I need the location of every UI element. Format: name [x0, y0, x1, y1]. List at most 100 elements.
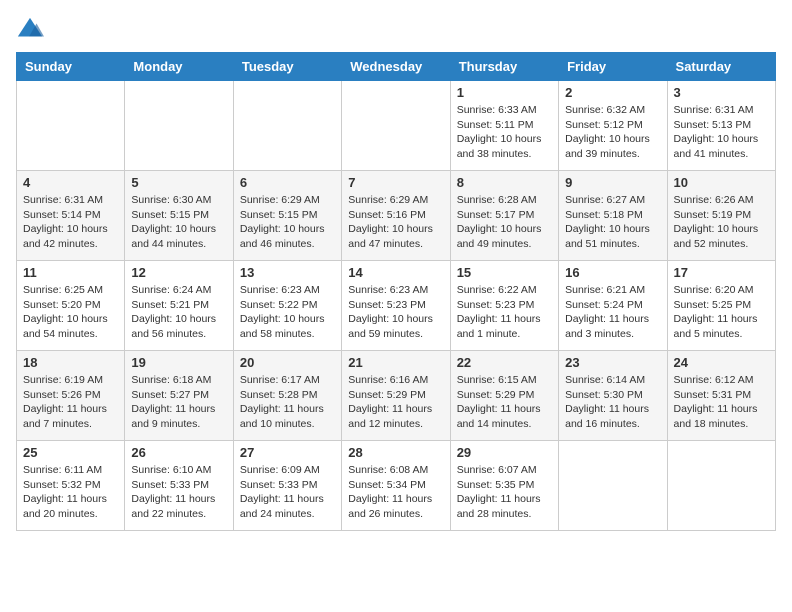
calendar-cell: [342, 81, 450, 171]
day-number: 21: [348, 355, 443, 370]
calendar-cell: 12 Sunrise: 6:24 AM Sunset: 5:21 PM Dayli…: [125, 261, 233, 351]
calendar-week-4: 25 Sunrise: 6:11 AM Sunset: 5:32 PM Dayli…: [17, 441, 776, 531]
day-number: 8: [457, 175, 552, 190]
day-detail: Sunrise: 6:12 AM Sunset: 5:31 PM Dayligh…: [674, 373, 769, 432]
calendar-cell: [559, 441, 667, 531]
calendar-cell: [17, 81, 125, 171]
calendar-cell: 22Sunrise: 6:15 AM Sunset: 5:29 PM Dayli…: [450, 351, 558, 441]
day-number: 23: [565, 355, 660, 370]
day-number: 27: [240, 445, 335, 460]
day-detail: Sunrise: 6:27 AM Sunset: 5:18 PM Dayligh…: [565, 193, 660, 252]
day-number: 5: [131, 175, 226, 190]
day-detail: Sunrise: 6:23 AM Sunset: 5:22 PM Dayligh…: [240, 283, 335, 342]
logo-icon: [16, 16, 44, 44]
calendar-cell: 26 Sunrise: 6:10 AM Sunset: 5:33 PM Dayli…: [125, 441, 233, 531]
day-number: 6: [240, 175, 335, 190]
day-detail: Sunrise: 6:33 AM Sunset: 5:11 PM Dayligh…: [457, 103, 552, 162]
day-number: 29: [457, 445, 552, 460]
day-header-sunday: Sunday: [17, 53, 125, 81]
calendar-table: SundayMondayTuesdayWednesdayThursdayFrid…: [16, 52, 776, 531]
day-number: 26: [131, 445, 226, 460]
day-number: 18: [23, 355, 118, 370]
day-detail: Sunrise: 6:10 AM Sunset: 5:33 PM Dayligh…: [131, 463, 226, 522]
calendar-cell: 13 Sunrise: 6:23 AM Sunset: 5:22 PM Dayli…: [233, 261, 341, 351]
calendar-cell: [233, 81, 341, 171]
calendar-cell: 6 Sunrise: 6:29 AM Sunset: 5:15 PM Daylig…: [233, 171, 341, 261]
day-number: 17: [674, 265, 769, 280]
day-detail: Sunrise: 6:18 AM Sunset: 5:27 PM Dayligh…: [131, 373, 226, 432]
calendar-cell: [667, 441, 775, 531]
calendar-cell: 2 Sunrise: 6:32 AM Sunset: 5:12 PM Daylig…: [559, 81, 667, 171]
calendar-cell: 18 Sunrise: 6:19 AM Sunset: 5:26 PM Dayli…: [17, 351, 125, 441]
day-detail: Sunrise: 6:30 AM Sunset: 5:15 PM Dayligh…: [131, 193, 226, 252]
day-detail: Sunrise: 6:19 AM Sunset: 5:26 PM Dayligh…: [23, 373, 118, 432]
day-number: 15: [457, 265, 552, 280]
day-number: 25: [23, 445, 118, 460]
day-header-saturday: Saturday: [667, 53, 775, 81]
day-number: 3: [674, 85, 769, 100]
calendar-cell: 4 Sunrise: 6:31 AM Sunset: 5:14 PM Daylig…: [17, 171, 125, 261]
calendar-cell: 10Sunrise: 6:26 AM Sunset: 5:19 PM Dayli…: [667, 171, 775, 261]
day-detail: Sunrise: 6:09 AM Sunset: 5:33 PM Dayligh…: [240, 463, 335, 522]
day-detail: Sunrise: 6:17 AM Sunset: 5:28 PM Dayligh…: [240, 373, 335, 432]
day-header-friday: Friday: [559, 53, 667, 81]
calendar-cell: 8 Sunrise: 6:28 AM Sunset: 5:17 PM Daylig…: [450, 171, 558, 261]
day-detail: Sunrise: 6:14 AM Sunset: 5:30 PM Dayligh…: [565, 373, 660, 432]
calendar-cell: 16 Sunrise: 6:21 AM Sunset: 5:24 PM Dayli…: [559, 261, 667, 351]
calendar-cell: 19 Sunrise: 6:18 AM Sunset: 5:27 PM Dayli…: [125, 351, 233, 441]
calendar-cell: 28 Sunrise: 6:08 AM Sunset: 5:34 PM Dayli…: [342, 441, 450, 531]
day-detail: Sunrise: 6:29 AM Sunset: 5:15 PM Dayligh…: [240, 193, 335, 252]
day-detail: Sunrise: 6:29 AM Sunset: 5:16 PM Dayligh…: [348, 193, 443, 252]
day-detail: Sunrise: 6:21 AM Sunset: 5:24 PM Dayligh…: [565, 283, 660, 342]
day-detail: Sunrise: 6:28 AM Sunset: 5:17 PM Dayligh…: [457, 193, 552, 252]
day-number: 2: [565, 85, 660, 100]
day-detail: Sunrise: 6:32 AM Sunset: 5:12 PM Dayligh…: [565, 103, 660, 162]
day-number: 4: [23, 175, 118, 190]
calendar-cell: 1 Sunrise: 6:33 AM Sunset: 5:11 PM Daylig…: [450, 81, 558, 171]
day-number: 9: [565, 175, 660, 190]
day-detail: Sunrise: 6:11 AM Sunset: 5:32 PM Dayligh…: [23, 463, 118, 522]
day-detail: Sunrise: 6:22 AM Sunset: 5:23 PM Dayligh…: [457, 283, 552, 342]
day-detail: Sunrise: 6:15 AM Sunset: 5:29 PM Dayligh…: [457, 373, 552, 432]
calendar-cell: 27 Sunrise: 6:09 AM Sunset: 5:33 PM Dayli…: [233, 441, 341, 531]
day-number: 12: [131, 265, 226, 280]
day-detail: Sunrise: 6:31 AM Sunset: 5:14 PM Dayligh…: [23, 193, 118, 252]
day-header-thursday: Thursday: [450, 53, 558, 81]
calendar-week-3: 18 Sunrise: 6:19 AM Sunset: 5:26 PM Dayli…: [17, 351, 776, 441]
calendar-cell: 11Sunrise: 6:25 AM Sunset: 5:20 PM Dayli…: [17, 261, 125, 351]
day-number: 14: [348, 265, 443, 280]
day-number: 13: [240, 265, 335, 280]
calendar-cell: 9 Sunrise: 6:27 AM Sunset: 5:18 PM Daylig…: [559, 171, 667, 261]
day-number: 1: [457, 85, 552, 100]
calendar-cell: 14 Sunrise: 6:23 AM Sunset: 5:23 PM Dayli…: [342, 261, 450, 351]
calendar-week-0: 1 Sunrise: 6:33 AM Sunset: 5:11 PM Daylig…: [17, 81, 776, 171]
day-detail: Sunrise: 6:24 AM Sunset: 5:21 PM Dayligh…: [131, 283, 226, 342]
calendar-cell: 20 Sunrise: 6:17 AM Sunset: 5:28 PM Dayli…: [233, 351, 341, 441]
day-number: 7: [348, 175, 443, 190]
day-number: 19: [131, 355, 226, 370]
day-number: 16: [565, 265, 660, 280]
calendar-cell: 15 Sunrise: 6:22 AM Sunset: 5:23 PM Dayli…: [450, 261, 558, 351]
day-detail: Sunrise: 6:08 AM Sunset: 5:34 PM Dayligh…: [348, 463, 443, 522]
day-header-monday: Monday: [125, 53, 233, 81]
calendar-cell: 7 Sunrise: 6:29 AM Sunset: 5:16 PM Daylig…: [342, 171, 450, 261]
calendar-cell: 24 Sunrise: 6:12 AM Sunset: 5:31 PM Dayli…: [667, 351, 775, 441]
calendar-week-1: 4 Sunrise: 6:31 AM Sunset: 5:14 PM Daylig…: [17, 171, 776, 261]
day-header-wednesday: Wednesday: [342, 53, 450, 81]
day-detail: Sunrise: 6:16 AM Sunset: 5:29 PM Dayligh…: [348, 373, 443, 432]
calendar-cell: 17Sunrise: 6:20 AM Sunset: 5:25 PM Dayli…: [667, 261, 775, 351]
day-number: 10: [674, 175, 769, 190]
day-detail: Sunrise: 6:31 AM Sunset: 5:13 PM Dayligh…: [674, 103, 769, 162]
calendar-cell: 21 Sunrise: 6:16 AM Sunset: 5:29 PM Dayli…: [342, 351, 450, 441]
day-number: 24: [674, 355, 769, 370]
day-number: 11: [23, 265, 118, 280]
calendar-header-row: SundayMondayTuesdayWednesdayThursdayFrid…: [17, 53, 776, 81]
day-number: 28: [348, 445, 443, 460]
day-header-tuesday: Tuesday: [233, 53, 341, 81]
day-number: 20: [240, 355, 335, 370]
calendar-cell: 23 Sunrise: 6:14 AM Sunset: 5:30 PM Dayli…: [559, 351, 667, 441]
calendar-cell: 5 Sunrise: 6:30 AM Sunset: 5:15 PM Daylig…: [125, 171, 233, 261]
calendar-cell: 3 Sunrise: 6:31 AM Sunset: 5:13 PM Daylig…: [667, 81, 775, 171]
day-detail: Sunrise: 6:23 AM Sunset: 5:23 PM Dayligh…: [348, 283, 443, 342]
calendar-cell: [125, 81, 233, 171]
